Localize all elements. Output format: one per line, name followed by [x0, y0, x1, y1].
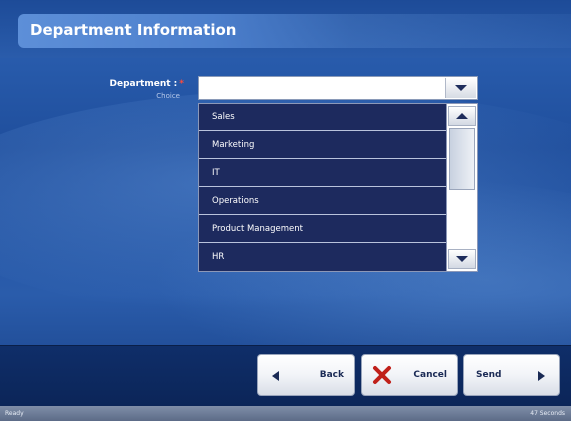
arrow-right-icon: [538, 371, 545, 381]
list-item-operations[interactable]: Operations: [199, 188, 447, 215]
required-indicator: *: [179, 79, 184, 89]
status-text: Ready: [5, 410, 24, 417]
close-icon: [373, 366, 391, 384]
navigation-bar: Back Cancel Send: [0, 345, 571, 407]
department-select[interactable]: [198, 76, 478, 100]
scroll-up-button[interactable]: [448, 106, 476, 126]
back-button-label: Back: [319, 370, 344, 380]
department-sublabel: Choice: [156, 92, 180, 100]
department-options-list[interactable]: Sales Marketing IT Operations Product Ma…: [198, 103, 478, 272]
list-item-it[interactable]: IT: [199, 160, 447, 187]
chevron-down-icon: [455, 85, 467, 91]
list-item-product-management[interactable]: Product Management: [199, 216, 447, 243]
cancel-button[interactable]: Cancel: [361, 354, 458, 396]
list-item-marketing[interactable]: Marketing: [199, 132, 447, 159]
page-title: Department Information: [30, 21, 237, 39]
arrow-left-icon: [272, 371, 279, 381]
scroll-up-icon: [456, 113, 468, 119]
send-button-label: Send: [476, 370, 502, 380]
timer-text: 47 Seconds: [530, 410, 565, 417]
scroll-thumb[interactable]: [449, 128, 475, 190]
list-item-hr[interactable]: HR: [199, 244, 447, 271]
dropdown-button[interactable]: [445, 78, 476, 98]
list-item-sales[interactable]: Sales: [199, 104, 447, 131]
scroll-down-button[interactable]: [448, 249, 476, 269]
list-scrollbar[interactable]: [446, 104, 477, 271]
department-label: Department : *: [110, 79, 184, 89]
cancel-button-label: Cancel: [413, 370, 447, 380]
send-button[interactable]: Send: [463, 354, 560, 396]
status-bar: Ready 47 Seconds: [0, 406, 571, 421]
kiosk-window: Department Information Department : * Cho…: [0, 0, 571, 421]
back-button[interactable]: Back: [257, 354, 355, 396]
scroll-down-icon: [456, 256, 468, 262]
title-bar: Department Information: [18, 14, 571, 48]
department-label-text: Department :: [109, 79, 178, 89]
